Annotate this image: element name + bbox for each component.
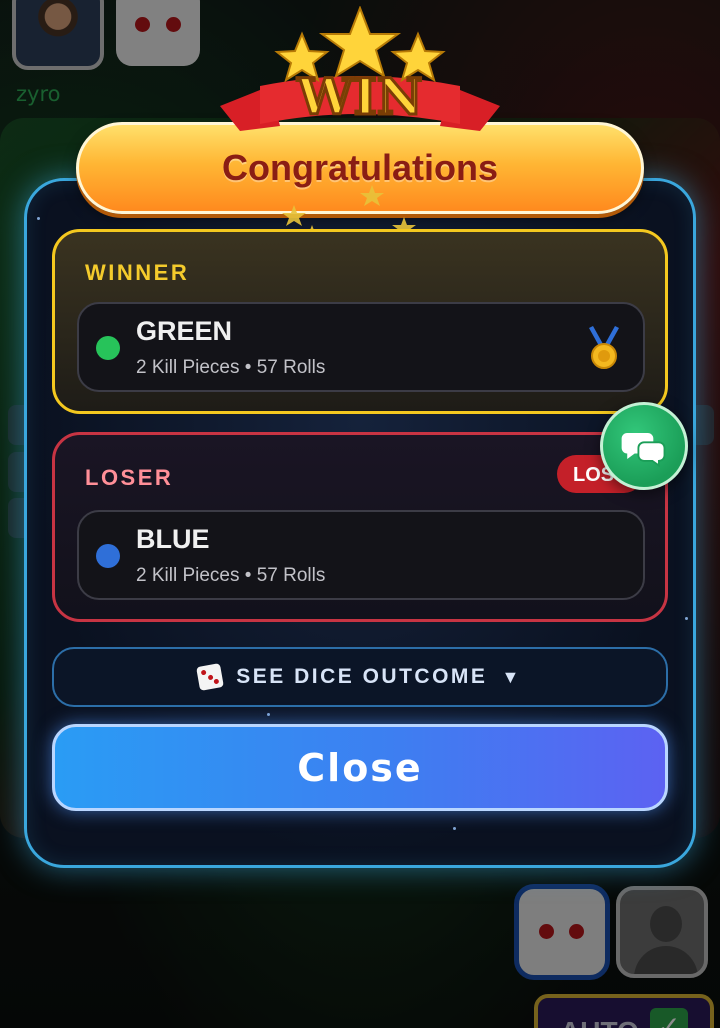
- winner-player-name: GREEN: [136, 316, 233, 346]
- see-dice-outcome-label: SEE DICE OUTCOME: [236, 665, 488, 688]
- winner-player-stats: 2 Kill Pieces • 57 Rolls: [136, 357, 326, 378]
- caret-down-icon: ▼: [501, 666, 522, 687]
- loser-player-name: BLUE: [136, 524, 210, 554]
- green-player-dot: [96, 336, 120, 360]
- loser-card: LOSER LOST BLUE 2 Kill Pieces • 57 Rolls: [52, 432, 668, 622]
- dice-icon: [196, 663, 225, 691]
- see-dice-outcome-button[interactable]: SEE DICE OUTCOME ▼: [52, 647, 668, 707]
- close-button[interactable]: Close: [52, 724, 668, 811]
- loser-player-row: BLUE 2 Kill Pieces • 57 Rolls: [77, 510, 645, 600]
- winner-card: WINNER GREEN 2 Kill Pieces • 57 Rolls: [52, 229, 668, 414]
- loser-player-stats: 2 Kill Pieces • 57 Rolls: [136, 565, 326, 586]
- first-place-medal-icon: [589, 326, 619, 369]
- winner-player-row: GREEN 2 Kill Pieces • 57 Rolls: [77, 302, 645, 392]
- chat-bubbles-icon: [621, 432, 666, 468]
- blue-player-dot: [96, 544, 120, 568]
- win-badge-icon: WIN: [220, 6, 500, 131]
- winner-heading: WINNER: [85, 260, 190, 285]
- loser-heading: LOSER: [85, 465, 174, 490]
- chat-button[interactable]: [600, 402, 688, 490]
- win-badge-text: WIN: [296, 67, 422, 126]
